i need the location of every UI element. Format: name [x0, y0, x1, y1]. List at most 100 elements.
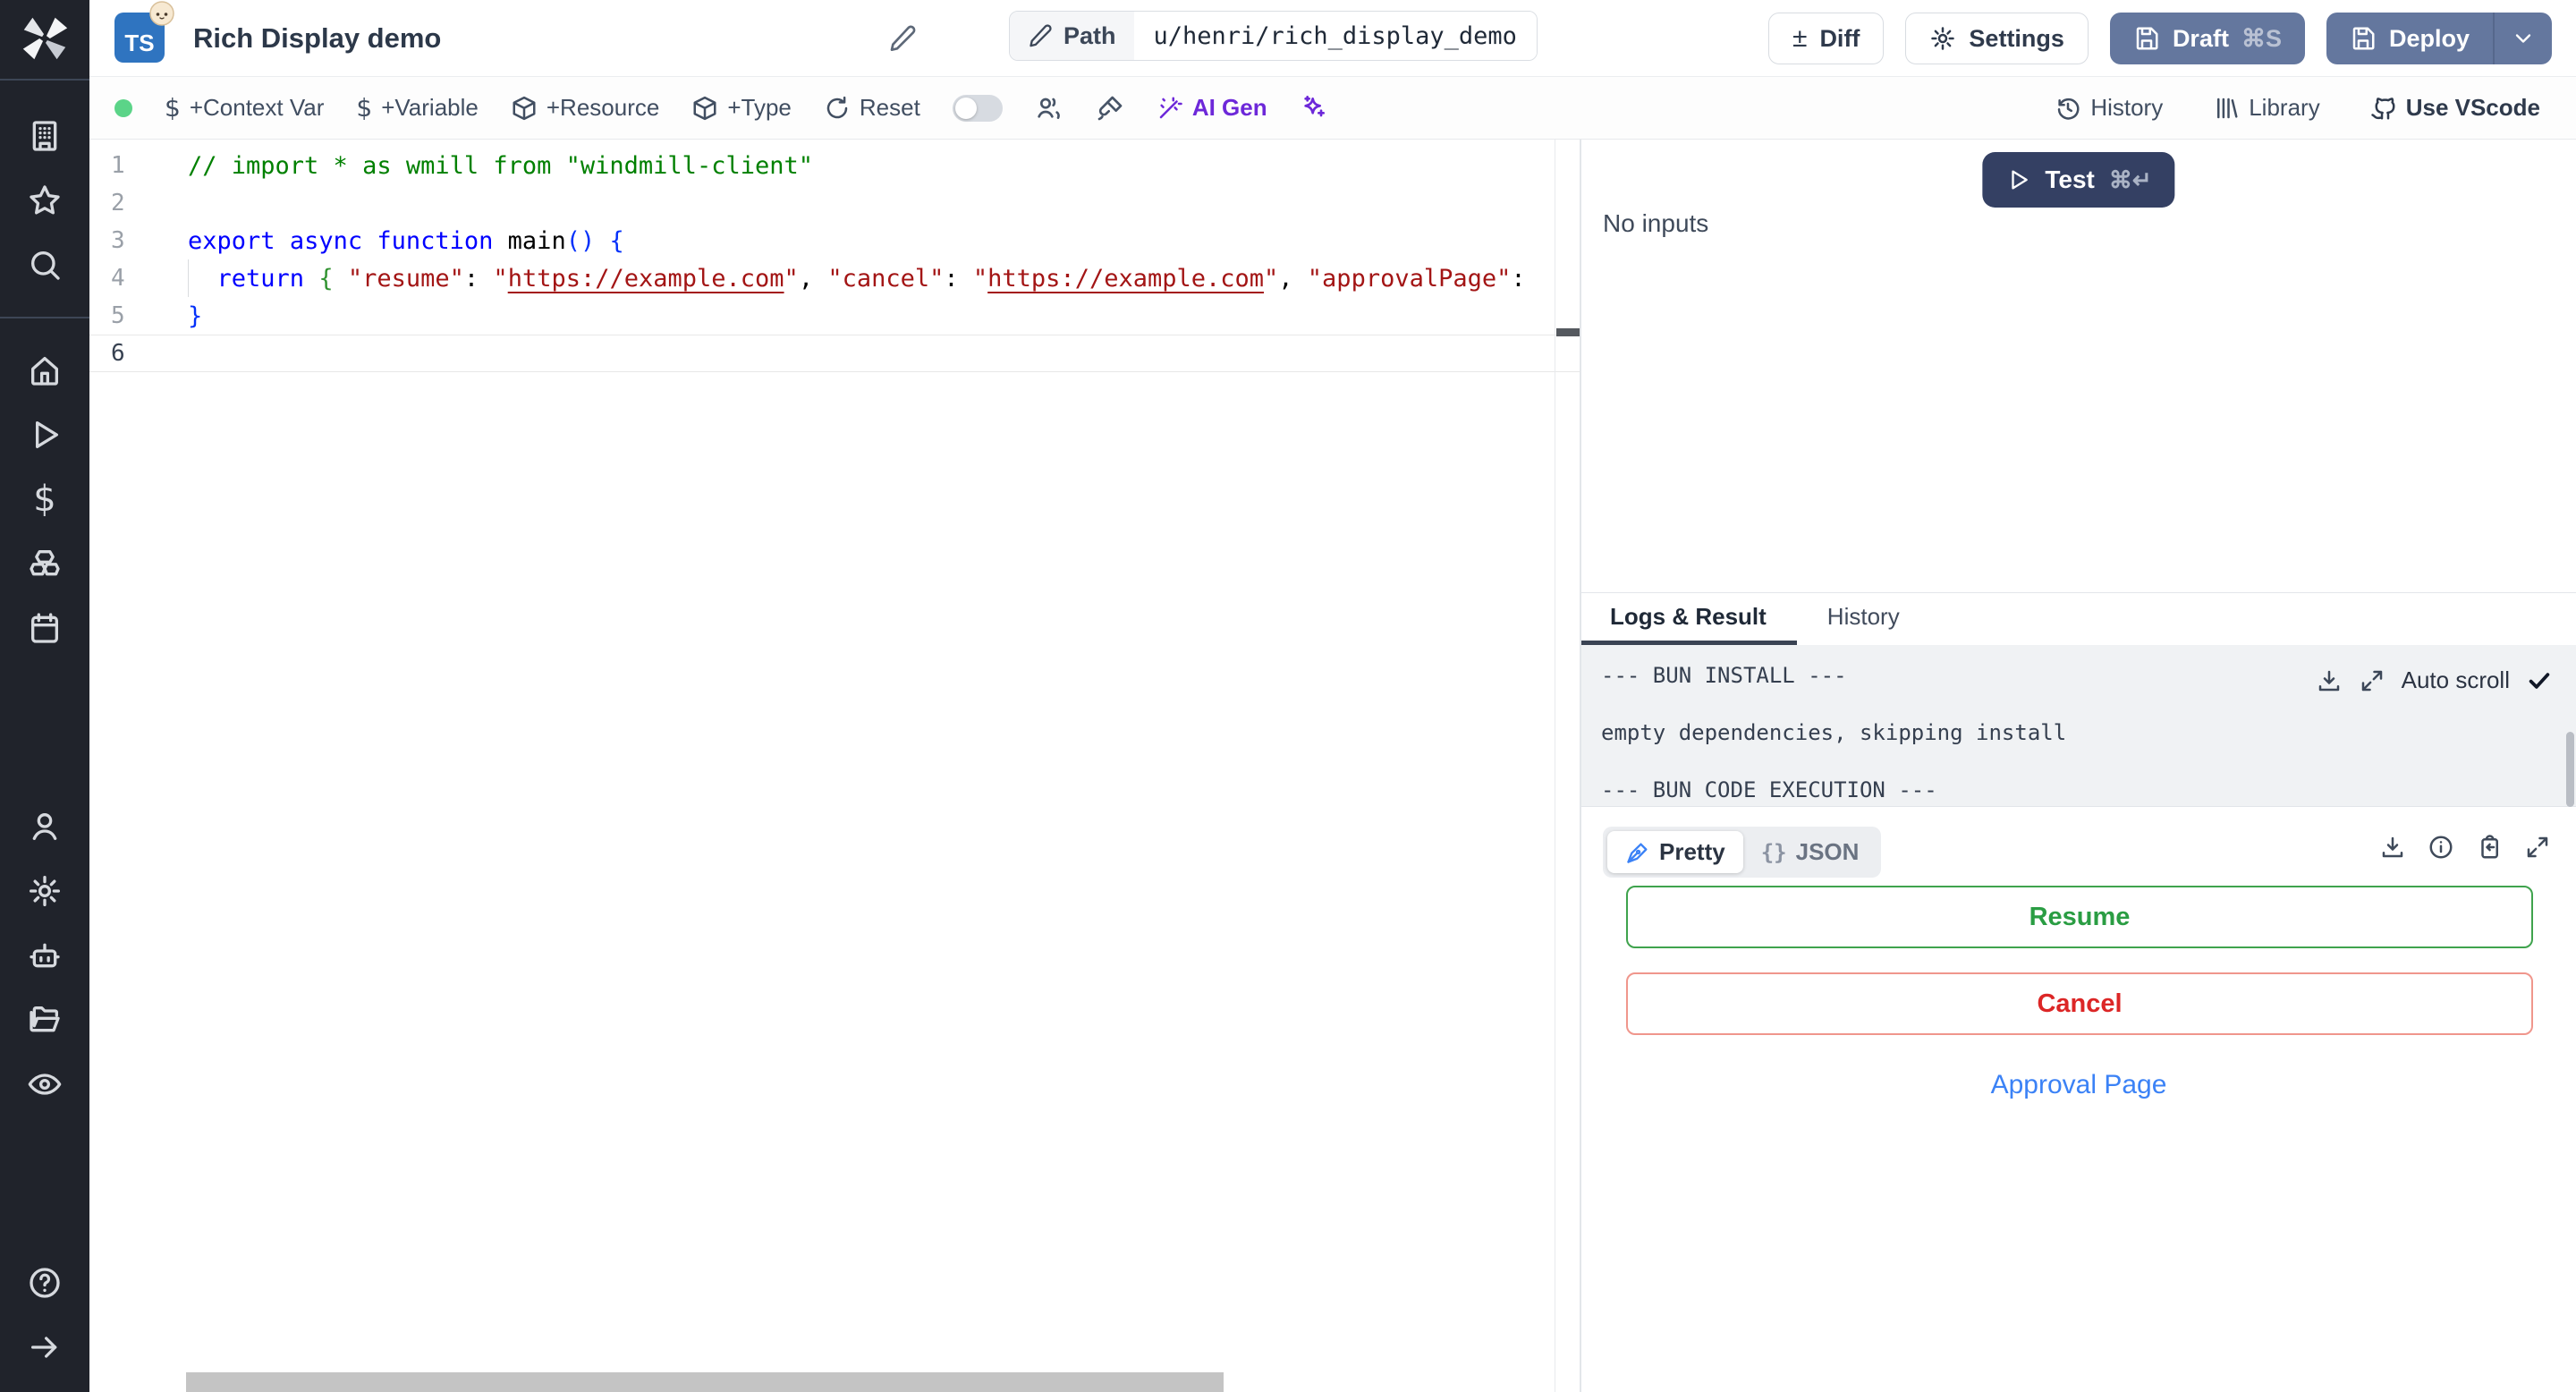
sidebar-item-help[interactable]	[0, 1251, 89, 1315]
indent-guide	[188, 259, 189, 297]
use-vscode-button[interactable]: Use VScode	[2370, 94, 2540, 122]
sidebar-item-variables[interactable]: $	[0, 467, 89, 531]
sidebar-item-collapse[interactable]	[0, 1315, 89, 1379]
sparkles-icon[interactable]	[1300, 94, 1328, 123]
line-number: 4	[111, 265, 125, 292]
expand-icon[interactable]	[2524, 834, 2551, 861]
diff-button[interactable]: ± Diff	[1767, 13, 1885, 64]
play-icon	[2012, 170, 2028, 190]
settings-button[interactable]: Settings	[1905, 13, 2089, 64]
edit-title-button[interactable]	[877, 13, 928, 64]
log-line: --- BUN CODE EXECUTION ---	[1601, 777, 1937, 802]
code-token: ,	[1278, 264, 1308, 293]
code-token: main	[507, 226, 566, 255]
ai-gen-button[interactable]: AI Gen	[1157, 94, 1267, 122]
diff-icon: ±	[1792, 23, 1808, 53]
sidebar-item-settings[interactable]	[0, 859, 89, 923]
code-token: https://example.com	[987, 264, 1265, 293]
code-token: "	[1264, 264, 1279, 293]
editor-ruler-cursor-mark	[1556, 328, 1580, 336]
tab-logs-result[interactable]: Logs & Result	[1581, 593, 1797, 645]
code-text: export async function main() {	[188, 227, 624, 255]
boxes-icon	[30, 550, 60, 576]
download-icon[interactable]	[2379, 834, 2406, 861]
code-token: "approvalPage"	[1307, 264, 1512, 293]
sidebar-item-workers[interactable]	[0, 923, 89, 988]
windmill-logo[interactable]	[17, 11, 72, 66]
code-token: :	[463, 264, 494, 293]
deploy-button[interactable]: Deploy	[2326, 13, 2493, 64]
code-area: 1 // import * as wmill from "windmill-cli…	[89, 140, 1580, 372]
log-line: empty dependencies, skipping install	[1601, 720, 2067, 745]
reset-button[interactable]: Reset	[824, 94, 920, 122]
pretty-toggle[interactable]: Pretty	[1607, 831, 1743, 873]
add-resource-button[interactable]: +Resource	[511, 94, 659, 122]
add-context-var-button[interactable]: $ +Context Var	[165, 93, 324, 123]
eye-icon	[28, 1074, 62, 1095]
code-line: 5}	[89, 297, 1580, 335]
line-number: 2	[111, 190, 125, 216]
sidebar-item-user[interactable]	[0, 794, 89, 859]
arrow-right-icon	[31, 1337, 57, 1358]
multiplayer-toggle[interactable]	[952, 94, 1003, 122]
test-button[interactable]: Test ⌘↵	[1982, 152, 2175, 208]
page-title: Rich Display demo	[193, 21, 442, 54]
dollar-icon: $	[356, 93, 373, 123]
editor-overview-ruler[interactable]	[1555, 140, 1580, 1392]
cancel-button[interactable]: Cancel	[1626, 972, 2533, 1035]
code-line: 6	[89, 335, 1580, 372]
sidebar-item-resources[interactable]	[0, 531, 89, 596]
format-code-brush-icon[interactable]	[1096, 94, 1124, 123]
code-token: :	[944, 264, 973, 293]
clipboard-copy-icon[interactable]	[2476, 834, 2503, 861]
path-selector[interactable]: Path u/henri/rich_display_demo	[1009, 11, 1538, 61]
sidebar-item-audit[interactable]	[0, 1052, 89, 1116]
library-button[interactable]: Library	[2213, 94, 2320, 122]
path-value: u/henri/rich_display_demo	[1133, 12, 1537, 60]
code-editor[interactable]: 1 // import * as wmill from "windmill-cli…	[89, 140, 1580, 1392]
sidebar-item-home[interactable]	[0, 338, 89, 403]
json-toggle[interactable]: {} JSON	[1743, 831, 1877, 873]
sidebar-divider	[0, 79, 89, 81]
log-line: --- BUN INSTALL ---	[1601, 663, 1847, 688]
tab-history[interactable]: History	[1797, 593, 1930, 645]
add-type-button[interactable]: +Type	[691, 94, 792, 122]
sidebar-item-schedules[interactable]	[0, 596, 89, 660]
sidebar-item-runs[interactable]	[0, 403, 89, 467]
logs-vertical-scrollbar[interactable]	[2566, 732, 2574, 807]
code-token: "cancel"	[827, 264, 945, 293]
code-token: "	[784, 264, 799, 293]
expand-icon[interactable]	[2359, 667, 2385, 694]
package-icon	[513, 96, 536, 120]
draft-button[interactable]: Draft ⌘S	[2109, 13, 2305, 64]
deploy-more-button[interactable]	[2495, 13, 2552, 64]
download-icon[interactable]	[2316, 667, 2343, 694]
approval-page-link[interactable]: Approval Page	[1581, 1070, 2576, 1100]
code-token: return	[216, 264, 305, 293]
add-variable-button[interactable]: $ +Variable	[356, 93, 478, 123]
editor-horizontal-scrollbar[interactable]	[186, 1372, 1224, 1392]
user-icon	[32, 813, 57, 840]
home-icon	[31, 357, 58, 386]
folder-icon	[30, 1006, 60, 1032]
inputs-section: Test ⌘↵ No inputs	[1581, 140, 2576, 593]
info-icon[interactable]	[2428, 834, 2454, 861]
line-number: 1	[111, 152, 125, 179]
sidebar-item-search[interactable]	[0, 233, 89, 297]
star-icon	[30, 185, 60, 215]
multiplayer-users-icon[interactable]	[1035, 94, 1063, 123]
resume-button[interactable]: Resume	[1626, 886, 2533, 948]
check-icon[interactable]	[2526, 667, 2553, 694]
sidebar-item-favorites[interactable]	[0, 168, 89, 233]
sidebar-item-folders[interactable]	[0, 988, 89, 1052]
sidebar-item-workspace[interactable]	[0, 104, 89, 168]
test-shortcut: ⌘↵	[2108, 166, 2152, 193]
gear-icon	[1931, 27, 1955, 50]
bun-badge	[149, 0, 174, 26]
history-button[interactable]: History	[2055, 94, 2163, 122]
result-view-switch: Pretty {} JSON	[1603, 827, 1882, 878]
